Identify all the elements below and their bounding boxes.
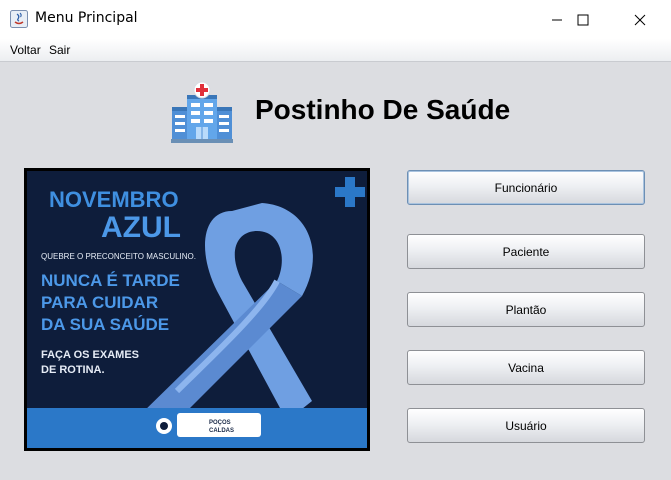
menu-sair[interactable]: Sair — [49, 43, 70, 57]
menu-voltar[interactable]: Voltar — [10, 43, 41, 57]
banner-line1: NOVEMBRO — [49, 187, 179, 212]
page-title: Postinho De Saúde — [255, 94, 511, 125]
usuario-button[interactable]: Usuário — [407, 408, 645, 443]
maximize-button[interactable] — [560, 0, 606, 39]
banner-message-2: PARA CUIDAR — [41, 293, 158, 312]
banner-call-2: DE ROTINA. — [41, 364, 105, 376]
main-window: Menu Principal Voltar Sair Postinho De S… — [0, 0, 671, 480]
banner-call-1: FAÇA OS EXAMES — [41, 349, 139, 361]
title-bar: Menu Principal — [0, 0, 671, 39]
close-icon — [634, 14, 646, 25]
plantao-button[interactable]: Plantão — [407, 292, 645, 327]
novembro-azul-banner: POÇOS CALDAS NOVEMBRO AZUL QUEBRE O PREC… — [24, 168, 370, 451]
banner-message-3: DA SUA SAÚDE — [41, 315, 169, 334]
banner-tagline: QUEBRE O PRECONCEITO MASCULINO. — [41, 252, 196, 261]
vacina-button[interactable]: Vacina — [407, 350, 645, 385]
java-app-icon — [10, 10, 28, 28]
close-button[interactable] — [617, 0, 663, 39]
banner-message-1: NUNCA É TARDE — [41, 271, 180, 290]
hospital-icon — [171, 81, 233, 143]
maximize-icon — [577, 14, 589, 25]
footer-logo-line2: CALDAS — [209, 428, 234, 434]
funcionario-button[interactable]: Funcionário — [407, 170, 645, 205]
footer-logo-line1: POÇOS — [209, 420, 231, 426]
window-title: Menu Principal — [35, 10, 138, 26]
menu-bar: Voltar Sair — [0, 39, 671, 62]
paciente-button[interactable]: Paciente — [407, 234, 645, 269]
banner-artwork: POÇOS CALDAS NOVEMBRO AZUL QUEBRE O PREC… — [27, 171, 367, 448]
banner-line2: AZUL — [101, 211, 181, 244]
